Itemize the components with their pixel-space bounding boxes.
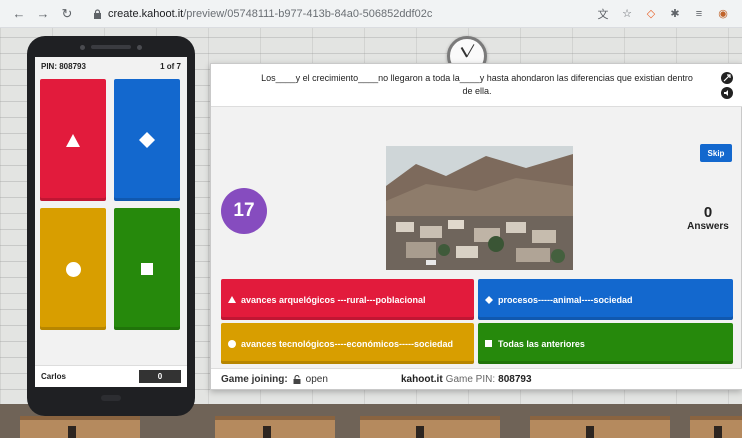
- star-icon[interactable]: ☆: [620, 7, 634, 21]
- question-text: Los____y el crecimiento____no llegaron a…: [261, 73, 693, 96]
- answer-option-red[interactable]: avances arquelógicos ---rural---poblacio…: [221, 279, 474, 320]
- answer-option-green[interactable]: Todas las anteriores: [478, 323, 733, 364]
- unlock-icon: [293, 374, 301, 384]
- square-icon: [484, 339, 493, 348]
- answer-option-blue[interactable]: procesos-----animal----sociedad: [478, 279, 733, 320]
- url-path: /preview/05748111-b977-413b-84a0-506852d…: [183, 7, 433, 20]
- forward-arrow-icon[interactable]: →: [34, 5, 52, 23]
- expand-icon[interactable]: [721, 72, 733, 84]
- lock-icon: [90, 7, 104, 21]
- square-icon: [141, 263, 153, 275]
- triangle-icon: [66, 133, 80, 147]
- answer-option-text: Todas las anteriores: [498, 338, 585, 349]
- brand-name: kahoot.it: [401, 373, 443, 385]
- answers-counter: 0 Answers: [679, 204, 737, 232]
- browser-toolbar: ← → ↻ create.kahoot.it/preview/05748111-…: [0, 0, 742, 28]
- circle-icon: [227, 339, 236, 348]
- answer-option-yellow[interactable]: avances tecnológicos----económicos-----s…: [221, 323, 474, 364]
- question-board: Los____y el crecimiento____no llegaron a…: [210, 63, 742, 390]
- question-image: [386, 146, 573, 270]
- answer-tile-blue[interactable]: [114, 79, 180, 201]
- game-pin-label: Game PIN:: [445, 373, 496, 385]
- answer-option-text: avances arquelógicos ---rural---poblacio…: [241, 294, 426, 305]
- answer-option-text: procesos-----animal----sociedad: [498, 294, 633, 305]
- countdown-timer: 17: [221, 188, 267, 234]
- game-joining-state: open: [305, 373, 328, 385]
- skip-button[interactable]: Skip: [700, 144, 732, 162]
- answers-count-label: Answers: [687, 221, 729, 232]
- back-arrow-icon[interactable]: ←: [10, 5, 28, 23]
- circle-icon: [65, 261, 81, 277]
- game-joining-label: Game joining:: [221, 373, 288, 385]
- url-host: create.kahoot.it: [108, 7, 184, 20]
- reload-icon[interactable]: ↻: [58, 5, 76, 23]
- question-progress: 1 of 7: [160, 61, 181, 71]
- extension-area: 文 ☆ ◇ ✱ ≡ ◉: [596, 7, 730, 21]
- answer-tile-yellow[interactable]: [40, 208, 106, 330]
- phone-footer: Carlos 0: [35, 365, 187, 387]
- volume-icon[interactable]: [721, 87, 733, 99]
- answer-option-text: avances tecnológicos----económicos-----s…: [241, 338, 454, 349]
- question-bar: Los____y el crecimiento____no llegaron a…: [211, 64, 742, 107]
- profile-icon[interactable]: ◉: [716, 7, 730, 21]
- sensor-icon: [137, 44, 142, 50]
- playlist-icon[interactable]: ≡: [692, 7, 706, 21]
- extension-icon[interactable]: ◇: [644, 7, 658, 21]
- address-bar[interactable]: create.kahoot.it/preview/05748111-b977-4…: [90, 4, 596, 24]
- desk: [215, 416, 335, 438]
- phone-top-bar: [27, 36, 195, 58]
- board-footer: Game joining: open kahoot.it Game PIN: 8…: [211, 368, 742, 389]
- answer-tile-green[interactable]: [114, 208, 180, 330]
- phone-screen: PIN: 808793 1 of 7 Carlos 0: [35, 57, 187, 387]
- desk: [530, 416, 670, 438]
- answer-tile-red[interactable]: [40, 79, 106, 201]
- url-text: create.kahoot.it/preview/05748111-b977-4…: [108, 8, 432, 20]
- camera-icon: [80, 44, 85, 50]
- desk: [360, 416, 500, 438]
- answers-count-value: 0: [703, 204, 713, 221]
- speaker-grille: [91, 45, 131, 49]
- translate-icon[interactable]: 文: [596, 7, 610, 21]
- game-pin-info: kahoot.it Game PIN: 808793: [401, 374, 532, 385]
- phone-home-indicator: [101, 395, 121, 401]
- phone-preview: PIN: 808793 1 of 7 Carlos 0: [27, 36, 195, 416]
- triangle-icon: [227, 295, 236, 304]
- player-score: 0: [139, 370, 181, 383]
- game-pin-value: 808793: [498, 373, 532, 385]
- phone-header: PIN: 808793 1 of 7: [35, 57, 187, 75]
- desk: [690, 416, 742, 438]
- phone-pin: PIN: 808793: [41, 61, 86, 71]
- game-joining-status: Game joining: open: [221, 374, 328, 385]
- diamond-icon: [484, 295, 493, 304]
- diamond-icon: [139, 132, 155, 148]
- clock-minute-hand: [466, 44, 475, 57]
- desk: [20, 416, 140, 438]
- player-name: Carlos: [41, 372, 66, 381]
- puzzle-icon[interactable]: ✱: [668, 7, 682, 21]
